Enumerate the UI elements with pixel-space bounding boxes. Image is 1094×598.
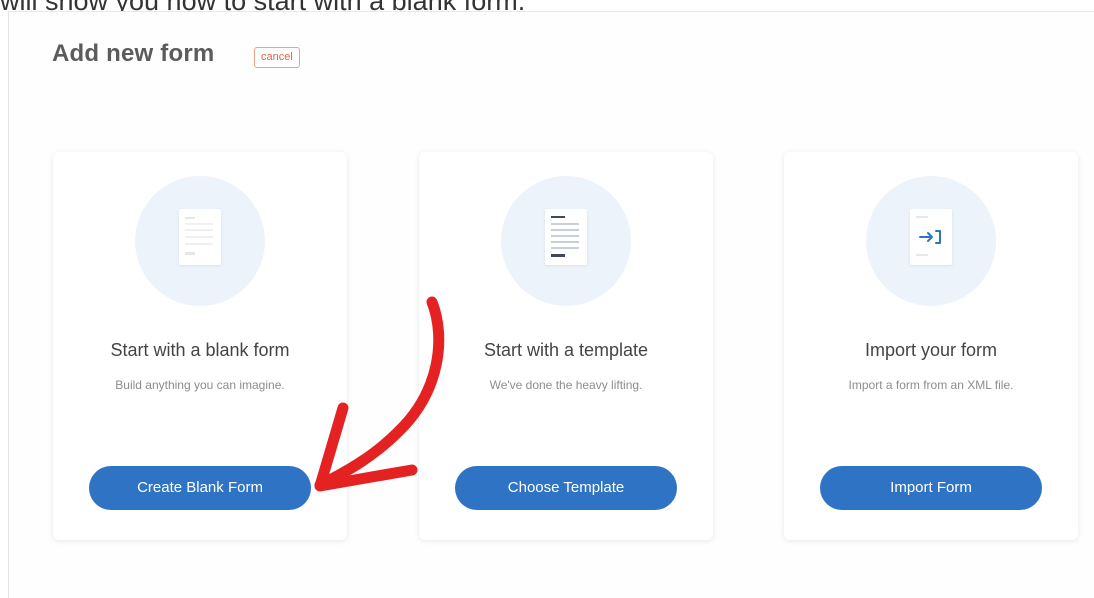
import-form-description: Import a form from an XML file.: [848, 378, 1014, 392]
cancel-button[interactable]: cancel: [254, 47, 300, 68]
import-form-title: Import your form: [864, 340, 998, 360]
create-blank-form-button[interactable]: Create Blank Form: [89, 466, 311, 510]
template-description: We've done the heavy lifting.: [489, 378, 643, 392]
template-document-icon: [501, 176, 631, 306]
import-form-card: Import your form Import a form from an X…: [784, 152, 1078, 540]
blank-form-description: Build anything you can imagine.: [115, 378, 285, 392]
blank-form-title: Start with a blank form: [110, 340, 290, 360]
import-document-icon: [866, 176, 996, 306]
blank-form-card: Start with a blank form Build anything y…: [53, 152, 347, 540]
template-card: Start with a template We've done the hea…: [419, 152, 713, 540]
import-form-button[interactable]: Import Form: [820, 466, 1042, 510]
template-title: Start with a template: [483, 340, 649, 360]
blank-document-icon: [135, 176, 265, 306]
choose-template-button[interactable]: Choose Template: [455, 466, 677, 510]
page-title: Add new form: [52, 40, 215, 67]
